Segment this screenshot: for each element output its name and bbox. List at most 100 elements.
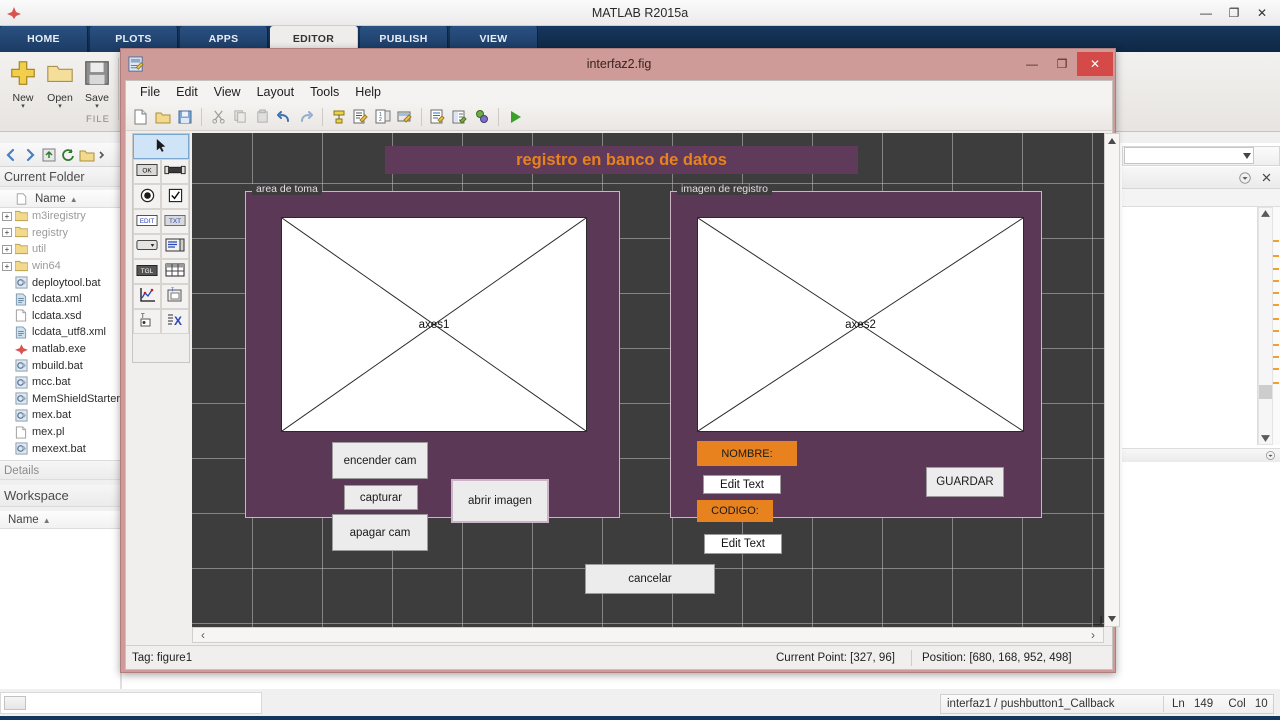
command-prompt-badge[interactable] xyxy=(4,696,26,710)
figure-resize-handle[interactable] xyxy=(1093,616,1102,625)
button-encender-cam[interactable]: encender cam xyxy=(332,442,428,479)
guide-layout-canvas[interactable]: registro en banco de datos area de toma … xyxy=(192,133,1104,627)
expand-node-icon[interactable]: + xyxy=(2,262,12,271)
path-more-icon[interactable] xyxy=(98,147,106,163)
palette-check-box[interactable] xyxy=(161,184,189,209)
static-text-nombre[interactable]: NOMBRE: xyxy=(697,441,797,466)
editor-text-area[interactable] xyxy=(1122,207,1258,445)
menu-editor-icon[interactable] xyxy=(351,107,371,127)
edit-text-nombre[interactable]: Edit Text xyxy=(703,475,781,494)
file-list-item[interactable]: +win64 xyxy=(0,258,120,275)
button-cancelar[interactable]: cancelar xyxy=(585,564,715,594)
canvas-vertical-scrollbar[interactable] xyxy=(1104,133,1120,627)
new-figure-icon[interactable] xyxy=(131,107,151,127)
guide-close-button[interactable]: ✕ xyxy=(1077,52,1113,76)
panel-imagen-de-registro[interactable]: imagen de registro axes2 NOMBRE: Edit Te… xyxy=(670,191,1042,518)
palette-radio-button[interactable] xyxy=(133,184,161,209)
button-apagar-cam[interactable]: apagar cam xyxy=(332,514,428,551)
file-list-item[interactable]: lcdata.xsd xyxy=(0,308,120,325)
expand-node-icon[interactable]: + xyxy=(2,228,12,237)
file-list-item[interactable]: mex.pl xyxy=(0,424,120,441)
canvas-horizontal-scrollbar[interactable]: ‹ › xyxy=(192,627,1104,643)
edit-text-codigo[interactable]: Edit Text xyxy=(704,534,782,554)
panel-area-de-toma[interactable]: area de toma axes1 encender cam capturar… xyxy=(245,191,620,518)
palette-edit-text[interactable]: EDIT xyxy=(133,209,161,234)
open-figure-icon[interactable] xyxy=(153,107,173,127)
guide-minimize-button[interactable]: — xyxy=(1017,52,1047,76)
workspace-variable-list[interactable] xyxy=(0,529,120,689)
palette-select-tool[interactable] xyxy=(133,134,189,159)
file-list-item[interactable]: mcc.bat xyxy=(0,374,120,391)
palette-slider[interactable] xyxy=(161,159,189,184)
editor-vertical-scrollbar[interactable] xyxy=(1258,207,1273,445)
palette-button-group[interactable]: T xyxy=(133,309,161,334)
scroll-left-icon[interactable]: ‹ xyxy=(197,628,209,642)
editor-path-combo[interactable] xyxy=(1124,147,1254,164)
expand-node-icon[interactable]: + xyxy=(2,212,12,221)
ribbon-open-arrow[interactable]: ▾ xyxy=(39,104,81,110)
static-text-codigo[interactable]: CODIGO: xyxy=(697,500,773,522)
button-abrir-imagen[interactable]: abrir imagen xyxy=(452,480,548,522)
current-folder-file-list[interactable]: +m3iregistry+registry+util+win64deployto… xyxy=(0,208,120,460)
palette-pop-up-menu[interactable] xyxy=(133,234,161,259)
menu-item-edit[interactable]: Edit xyxy=(168,83,206,101)
tab-order-editor-icon[interactable]: 12 xyxy=(373,107,393,127)
ribbon-new-button[interactable]: New ▾ xyxy=(2,58,44,110)
workspace-column-header[interactable]: Name ▲ xyxy=(0,511,120,529)
ribbon-save-button[interactable]: Save ▾ xyxy=(76,58,118,110)
m-file-editor-icon[interactable] xyxy=(428,107,448,127)
file-list-item[interactable]: matlab.exe xyxy=(0,341,120,358)
ribbon-new-arrow[interactable]: ▾ xyxy=(2,104,44,110)
scroll-down-icon[interactable] xyxy=(1261,435,1270,442)
back-icon[interactable] xyxy=(3,147,19,163)
scroll-down-icon[interactable] xyxy=(1105,613,1119,625)
file-list-item[interactable]: lcdata_utf8.xml xyxy=(0,324,120,341)
menu-item-help[interactable]: Help xyxy=(347,83,389,101)
forward-icon[interactable] xyxy=(22,147,38,163)
object-browser-icon[interactable] xyxy=(472,107,492,127)
file-list-item[interactable]: mbuild.bat xyxy=(0,357,120,374)
scroll-right-icon[interactable]: › xyxy=(1087,628,1099,642)
scroll-up-icon[interactable] xyxy=(1105,135,1119,147)
command-window-input[interactable] xyxy=(0,692,262,714)
palette-toggle-button[interactable]: TGL xyxy=(133,259,161,284)
cut-icon[interactable] xyxy=(208,107,228,127)
close-icon[interactable] xyxy=(1261,172,1272,183)
palette-list-box[interactable] xyxy=(161,234,189,259)
expand-node-icon[interactable]: + xyxy=(2,245,12,254)
copy-icon[interactable] xyxy=(230,107,250,127)
current-folder-column-header[interactable]: Name ▲ xyxy=(0,190,120,208)
menu-item-tools[interactable]: Tools xyxy=(302,83,347,101)
scroll-up-icon[interactable] xyxy=(1261,210,1270,217)
matlab-close-button[interactable]: ✕ xyxy=(1248,3,1276,23)
redo-icon[interactable] xyxy=(296,107,316,127)
toolbar-editor-icon[interactable] xyxy=(395,107,415,127)
file-list-item[interactable]: +registry xyxy=(0,225,120,242)
menu-item-view[interactable]: View xyxy=(206,83,249,101)
panel-options-icon[interactable] xyxy=(1238,171,1252,185)
file-list-item[interactable]: deploytool.bat xyxy=(0,274,120,291)
figure-title-static-text[interactable]: registro en banco de datos xyxy=(385,146,858,174)
matlab-maximize-button[interactable]: ❐ xyxy=(1220,3,1248,23)
folder-icon[interactable] xyxy=(79,147,95,163)
file-list-item[interactable]: mex.bat xyxy=(0,407,120,424)
ribbon-save-arrow[interactable]: ▾ xyxy=(76,104,118,110)
palette-panel[interactable]: T xyxy=(161,284,189,309)
tab-home[interactable]: HOME xyxy=(0,26,88,52)
save-figure-icon[interactable] xyxy=(175,107,195,127)
axes2[interactable]: axes2 xyxy=(697,217,1024,432)
button-guardar[interactable]: GUARDAR xyxy=(926,467,1004,497)
paste-icon[interactable] xyxy=(252,107,272,127)
ribbon-open-button[interactable]: Open ▾ xyxy=(39,58,81,110)
up-one-level-icon[interactable] xyxy=(41,147,57,163)
axes1[interactable]: axes1 xyxy=(281,217,587,432)
guide-maximize-button[interactable]: ❐ xyxy=(1047,52,1077,76)
file-list-item[interactable]: mexext.bat xyxy=(0,440,120,457)
file-list-item[interactable]: +m3iregistry xyxy=(0,208,120,225)
button-capturar[interactable]: capturar xyxy=(344,485,418,510)
menu-item-file[interactable]: File xyxy=(132,83,168,101)
palette-push-button[interactable]: OK xyxy=(133,159,161,184)
palette-activex-control[interactable]: X xyxy=(161,309,189,334)
property-inspector-icon[interactable] xyxy=(450,107,470,127)
details-bar[interactable]: Details xyxy=(0,460,120,480)
